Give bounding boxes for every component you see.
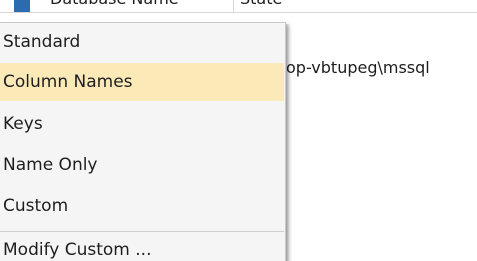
server-path-cell: op-vbtupeg\mssql xyxy=(286,58,430,77)
menu-shadow xyxy=(286,24,290,261)
menu-item-column-names[interactable]: Column Names xyxy=(0,63,284,101)
menu-item-name-only[interactable]: Name Only xyxy=(0,146,284,184)
column-header-state[interactable]: State xyxy=(234,0,314,12)
column-header-database-name[interactable]: Database Name xyxy=(44,0,234,12)
menu-item-standard[interactable]: Standard xyxy=(0,23,284,61)
menu-item-keys[interactable]: Keys xyxy=(0,105,284,143)
grid-header-row: Database Name State xyxy=(0,0,477,13)
menu-item-custom[interactable]: Custom xyxy=(0,187,284,225)
table-view-context-menu: Standard Column Names Keys Name Only Cus… xyxy=(0,22,286,261)
row-indicator-icon xyxy=(14,0,30,12)
screen: Database Name State op-vbtupeg\mssql Sta… xyxy=(0,0,477,261)
menu-item-modify-custom[interactable]: Modify Custom ... xyxy=(0,231,284,261)
